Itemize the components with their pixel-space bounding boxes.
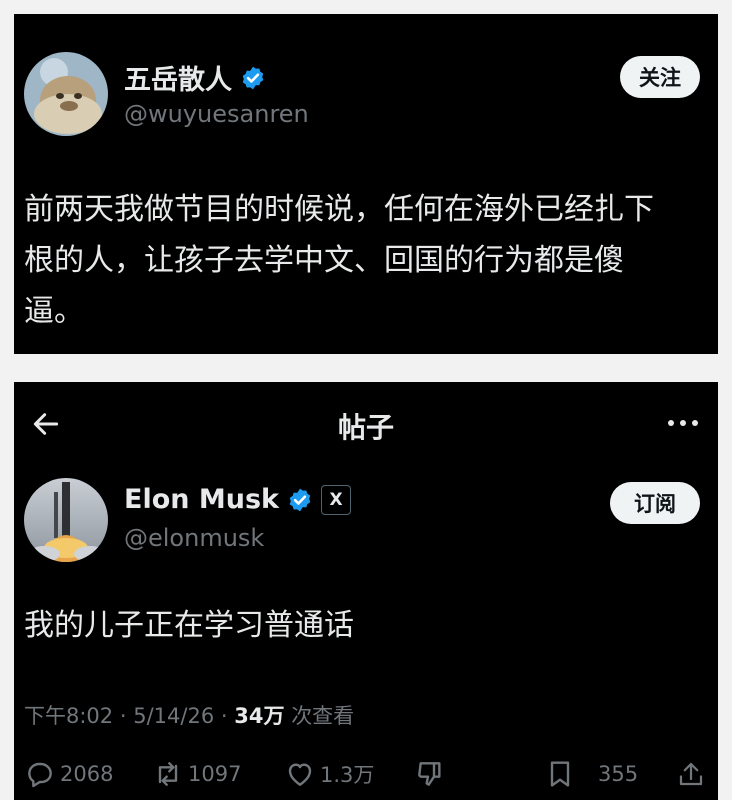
post-text: 前两天我做节目的时候说，任何在海外已经扎下 根的人，让孩子去学中文、回国的行为都… <box>24 184 714 337</box>
avatar-elonmusk[interactable] <box>24 478 108 562</box>
share-button[interactable] <box>676 758 706 790</box>
x-affiliation-icon: X <box>321 484 351 515</box>
action-bar: 2068 1097 1.3万 355 <box>14 758 718 798</box>
reply-count: 2068 <box>60 762 114 786</box>
verified-badge-icon <box>240 65 266 91</box>
nav-title: 帖子 <box>337 411 394 444</box>
display-name[interactable]: 五岳散人 <box>124 58 266 97</box>
post-text: 我的儿子正在学习普通话 <box>24 608 354 643</box>
display-name-text[interactable]: 五岳散人 <box>124 58 232 97</box>
dislike-button[interactable] <box>414 758 446 790</box>
more-options-icon[interactable] <box>668 420 698 426</box>
post-text-line: 根的人，让孩子去学中文、回国的行为都是傻 <box>24 243 624 278</box>
follow-button[interactable]: 关注 <box>620 56 700 98</box>
bookmark-icon <box>544 758 576 790</box>
verified-badge-icon <box>287 487 313 513</box>
share-icon <box>676 758 706 790</box>
top-nav-bar: 帖子 <box>14 402 718 446</box>
post-card-wuyuesanren: 五岳散人 @wuyuesanren 关注 前两天我做节目的时候说，任何在海外已经… <box>14 14 718 354</box>
repost-button[interactable]: 1097 <box>152 758 241 790</box>
post-meta: 下午8:02 · 5/14/26 · 34万 次查看 <box>24 700 354 730</box>
view-count: 34万 <box>234 704 285 728</box>
post-text-line: 前两天我做节目的时候说，任何在海外已经扎下 <box>24 192 654 227</box>
separator-dot: · <box>119 704 127 728</box>
post-card-elonmusk: 帖子 Elon Musk X @elonmusk 订阅 我的儿子正在学习普通话 … <box>14 382 718 800</box>
subscribe-button[interactable]: 订阅 <box>610 482 700 524</box>
display-name-text[interactable]: Elon Musk <box>124 484 279 515</box>
reply-button[interactable]: 2068 <box>24 758 113 790</box>
separator-dot: · <box>220 704 228 728</box>
post-text-line: 逼。 <box>24 294 84 329</box>
handle[interactable]: @elonmusk <box>124 524 264 552</box>
post-date[interactable]: 5/14/26 <box>133 704 214 728</box>
reply-icon <box>24 758 56 790</box>
post-time[interactable]: 下午8:02 <box>24 704 113 728</box>
like-button[interactable]: 1.3万 <box>284 758 374 790</box>
handle[interactable]: @wuyuesanren <box>124 100 309 128</box>
bookmark-button[interactable]: 355 <box>544 758 638 790</box>
view-count-label: 次查看 <box>291 704 355 728</box>
like-count: 1.3万 <box>320 763 375 787</box>
avatar-wuyuesanren[interactable] <box>24 52 108 136</box>
heart-icon <box>284 758 316 790</box>
repost-count: 1097 <box>188 762 242 786</box>
thumbs-down-icon <box>414 758 446 790</box>
display-name[interactable]: Elon Musk X <box>124 484 351 515</box>
repost-icon <box>152 758 184 790</box>
bookmark-count: 355 <box>598 762 639 786</box>
